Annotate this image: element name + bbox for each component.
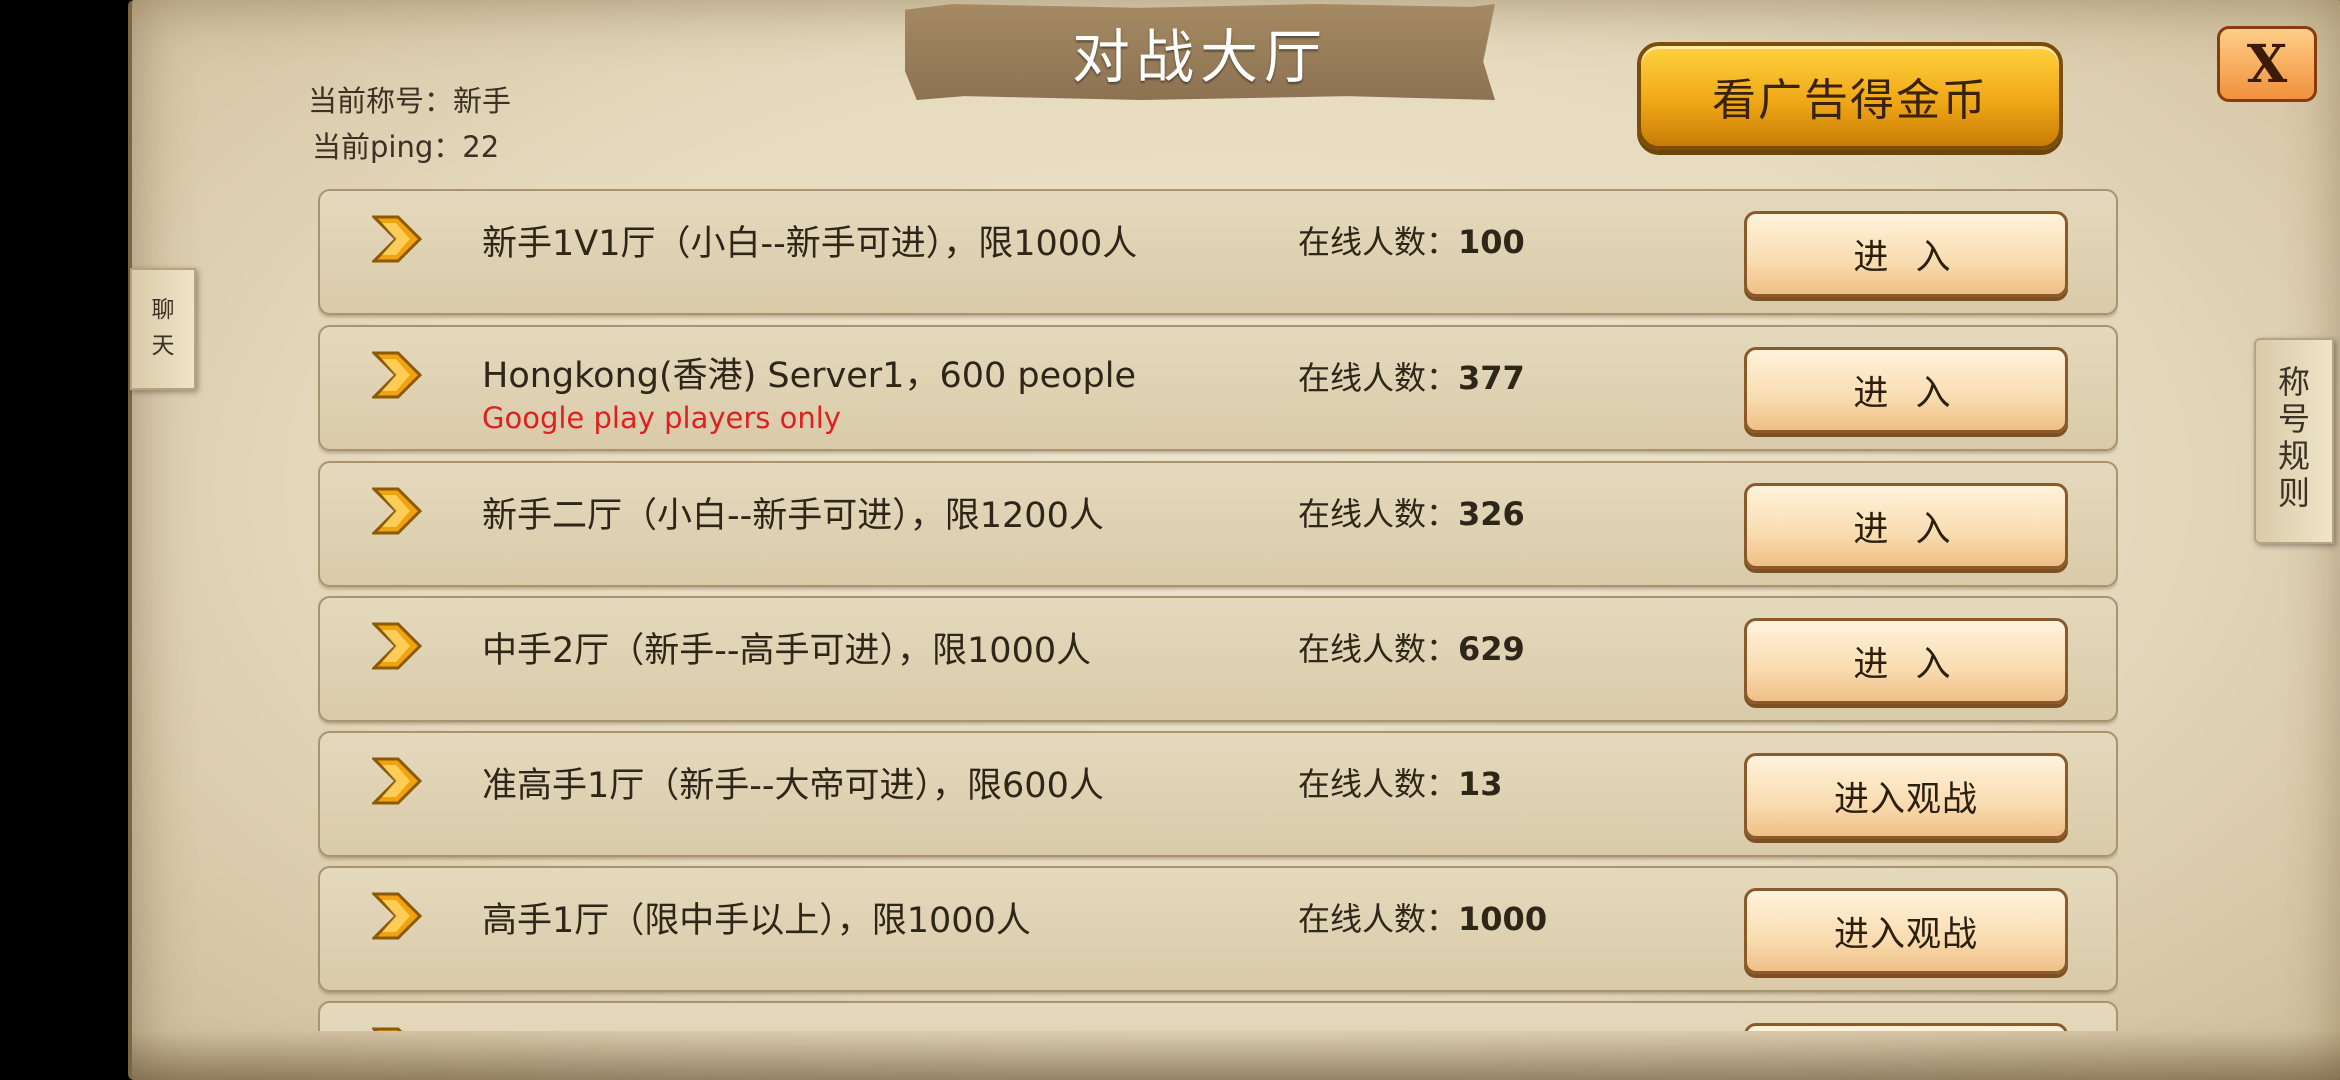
online-label: 在线人数： [1298, 630, 1459, 668]
room-name: 新手二厅（小白--新手可进），限1200人 [482, 496, 1104, 536]
current-title-line: 当前称号：新手 [308, 78, 511, 120]
online-count-text: 在线人数：629 [1298, 624, 1525, 670]
online-label: 在线人数： [1298, 495, 1459, 533]
room-name: Hongkong(香港) Server1，600 people [482, 356, 1137, 396]
online-count-text: 在线人数：377 [1298, 353, 1525, 399]
online-label: 在线人数： [1298, 223, 1459, 261]
enter-room-button[interactable]: 进 入 [1744, 618, 2068, 704]
online-count-text: 在线人数：326 [1298, 489, 1525, 535]
watch-ad-button[interactable]: 看广告得金币 [1637, 42, 2063, 150]
online-count: 377 [1458, 359, 1525, 397]
chat-tab-char: 聊 [151, 297, 175, 323]
rules-tab-char: 规 [2277, 437, 2310, 475]
chevron-right-icon [372, 892, 423, 940]
current-title-value: 新手 [453, 84, 512, 118]
current-ping-line: 当前ping：22 [312, 124, 499, 166]
online-count-text: 在线人数：1000 [1298, 894, 1547, 940]
room-list[interactable]: 新手1V1厅（小白--新手可进），限1000人 在线人数：100 进 入 Hon… [318, 189, 2118, 1031]
online-count: 1000 [1458, 900, 1548, 938]
online-count: 100 [1458, 223, 1525, 261]
online-label: 在线人数： [1298, 359, 1459, 397]
title-rules-tab[interactable]: 称 号 规 则 [2254, 338, 2334, 544]
chevron-right-icon [372, 622, 423, 670]
enter-room-button[interactable]: 进 入 [1744, 483, 2068, 569]
chat-tab-char: 天 [151, 333, 175, 359]
enter-room-button[interactable] [1744, 1023, 2068, 1031]
online-count-text: 在线人数：13 [1298, 759, 1503, 805]
room-name: 高手1厅（限中手以上），限1000人 [482, 901, 1031, 941]
enter-room-label: 进 入 [1853, 237, 1959, 278]
room-row: 中手2厅（新手--高手可进），限1000人 在线人数：629 进 入 [318, 596, 2118, 722]
current-title-label: 当前称号： [308, 84, 454, 118]
enter-room-button[interactable]: 进 入 [1744, 347, 2068, 433]
watch-room-label: 进入观战 [1833, 779, 1978, 820]
watch-ad-label: 看广告得金币 [1712, 75, 1988, 126]
current-ping-value: 22 [462, 130, 500, 164]
room-row: 准高手1厅（新手--大帝可进），限600人 在线人数：13 进入观战 [318, 731, 2118, 857]
online-count: 326 [1458, 495, 1525, 533]
close-icon: X [2246, 33, 2288, 95]
enter-room-button[interactable]: 进 入 [1744, 211, 2068, 297]
enter-room-label: 进 入 [1853, 373, 1959, 414]
chevron-right-icon [372, 487, 423, 535]
online-label: 在线人数： [1298, 765, 1459, 803]
room-row-partial [318, 1001, 2118, 1031]
room-subtitle: Google play players only [482, 401, 841, 435]
watch-room-label: 进入观战 [1833, 914, 1978, 955]
enter-room-label: 进 入 [1853, 509, 1959, 550]
chevron-right-icon [372, 351, 423, 399]
title-banner: 对战大厅 [905, 4, 1495, 100]
online-count-text: 在线人数：100 [1298, 217, 1525, 263]
watch-room-button[interactable]: 进入观战 [1744, 753, 2068, 839]
room-name: 准高手1厅（新手--大帝可进），限600人 [482, 766, 1104, 806]
close-button[interactable]: X [2217, 26, 2317, 102]
room-row: Hongkong(香港) Server1，600 people Google p… [318, 325, 2118, 451]
page-title: 对战大厅 [1071, 23, 1328, 91]
room-row: 新手1V1厅（小白--新手可进），限1000人 在线人数：100 进 入 [318, 189, 2118, 315]
online-label: 在线人数： [1298, 900, 1459, 938]
room-name: 新手1V1厅（小白--新手可进），限1000人 [482, 224, 1138, 264]
room-row: 新手二厅（小白--新手可进），限1200人 在线人数：326 进 入 [318, 461, 2118, 587]
chevron-right-icon [372, 215, 423, 263]
room-name: 中手2厅（新手--高手可进），限1000人 [482, 631, 1092, 671]
online-count: 629 [1458, 630, 1525, 668]
enter-room-label: 进 入 [1853, 644, 1959, 685]
chat-tab[interactable]: 聊 天 [130, 268, 196, 390]
rules-tab-char: 称 [2277, 363, 2310, 401]
chevron-right-icon [372, 1027, 403, 1031]
online-count: 13 [1458, 765, 1503, 803]
current-ping-label: 当前ping： [312, 130, 463, 164]
chevron-right-icon [372, 757, 423, 805]
room-row: 高手1厅（限中手以上），限1000人 在线人数：1000 进入观战 [318, 866, 2118, 992]
rules-tab-char: 则 [2277, 474, 2310, 512]
watch-room-button[interactable]: 进入观战 [1744, 888, 2068, 974]
rules-tab-char: 号 [2277, 400, 2310, 438]
